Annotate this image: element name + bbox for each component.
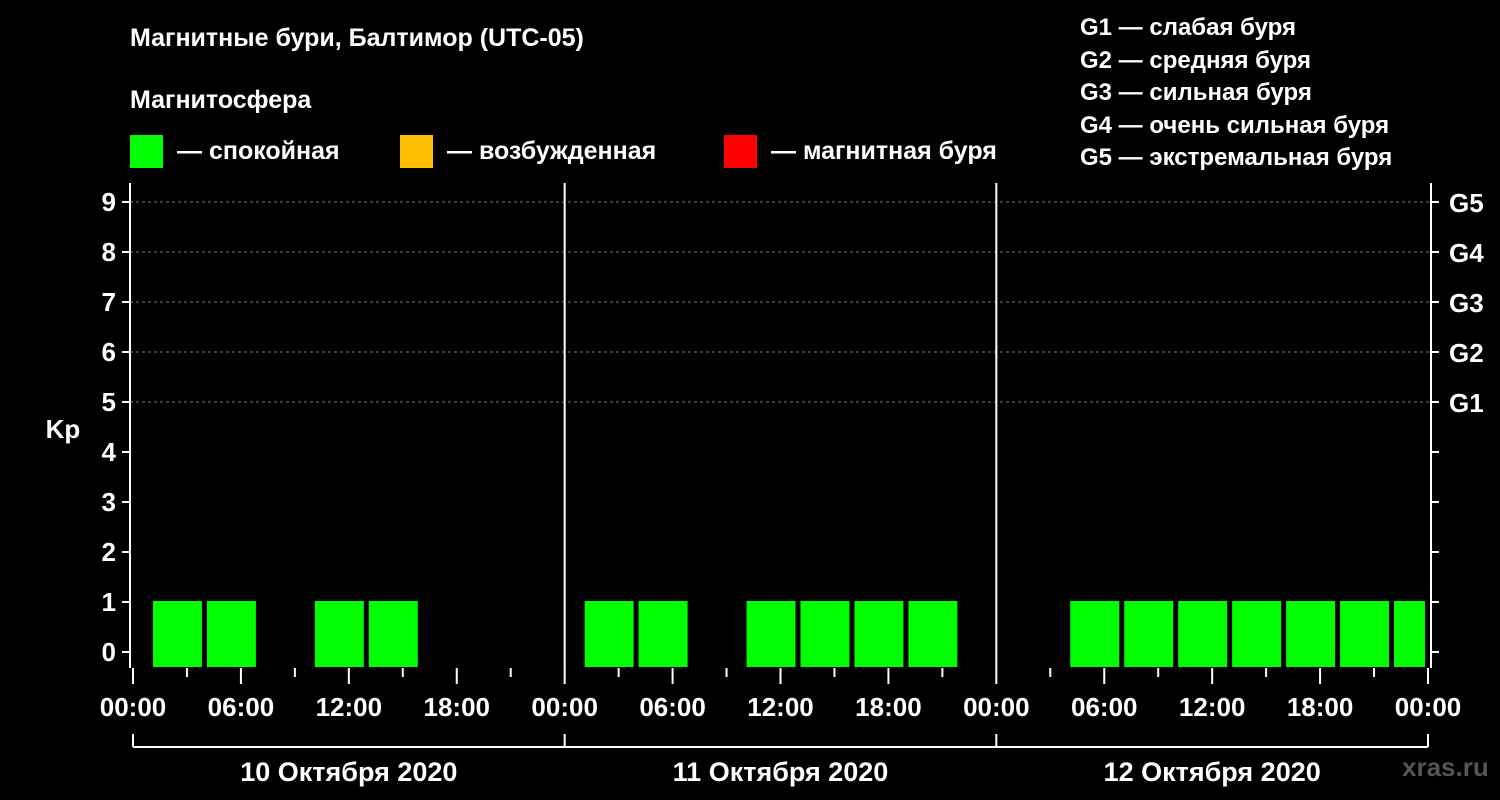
watermark: xras.ru — [1402, 752, 1489, 782]
x-tick-label: 12:00 — [1179, 692, 1246, 722]
kp-bar — [314, 601, 364, 667]
day-label: 11 Октября 2020 — [673, 757, 889, 787]
y-tick-label: 1 — [102, 587, 116, 617]
y-tick-label: 5 — [102, 387, 116, 417]
kp-bar — [1286, 601, 1336, 667]
kp-bar — [800, 601, 850, 667]
kp-bar — [1232, 601, 1282, 667]
kp-bar — [1394, 601, 1425, 667]
y-tick-label: 9 — [102, 187, 116, 217]
kp-bar — [152, 601, 202, 667]
g-scale-tick-label: G3 — [1449, 288, 1484, 318]
g-scale-tick-label: G5 — [1449, 188, 1484, 218]
x-tick-label: 12:00 — [316, 692, 383, 722]
kp-bar — [1340, 601, 1390, 667]
kp-bar — [206, 601, 256, 667]
x-tick-label: 00:00 — [100, 692, 167, 722]
kp-bar — [746, 601, 796, 667]
kp-bar — [368, 601, 418, 667]
x-tick-label: 00:00 — [963, 692, 1030, 722]
x-tick-label: 18:00 — [1287, 692, 1354, 722]
kp-bar — [854, 601, 904, 667]
kp-bar-chart: 0 1 2 3 4 5 6 7 8 9 G1 G2 G3 G4 G5 Kp 00:00 06:00 12:00 18:… — [46, 183, 1484, 787]
x-tick-label: 00:00 — [531, 692, 598, 722]
day-label: 10 Октября 2020 — [240, 757, 457, 787]
kp-bar — [584, 601, 634, 667]
day-label: 12 Октября 2020 — [1104, 757, 1321, 787]
x-tick-label: 06:00 — [1071, 692, 1138, 722]
kp-bar — [1070, 601, 1120, 667]
y-tick-label: 0 — [102, 637, 116, 667]
x-tick-label: 18:00 — [855, 692, 922, 722]
g-scale-tick-label: G2 — [1449, 338, 1484, 368]
g-scale-tick-label: G1 — [1449, 388, 1484, 418]
y-tick-label: 3 — [102, 487, 116, 517]
y-tick-label: 4 — [102, 437, 117, 467]
y-tick-label: 7 — [102, 287, 116, 317]
x-tick-label: 06:00 — [639, 692, 706, 722]
kp-bar — [638, 601, 688, 667]
x-tick-label: 12:00 — [747, 692, 814, 722]
y-tick-label: 6 — [102, 337, 116, 367]
x-tick-label: 18:00 — [424, 692, 491, 722]
kp-bar — [1124, 601, 1174, 667]
x-tick-label: 00:00 — [1395, 692, 1462, 722]
kp-bar — [908, 601, 958, 667]
y-tick-label: 8 — [102, 237, 116, 267]
kp-bar — [1178, 601, 1228, 667]
g-scale-tick-label: G4 — [1449, 238, 1484, 268]
x-tick-label: 06:00 — [208, 692, 275, 722]
y-tick-label: 2 — [102, 537, 116, 567]
y-axis-label: Kp — [46, 414, 81, 444]
